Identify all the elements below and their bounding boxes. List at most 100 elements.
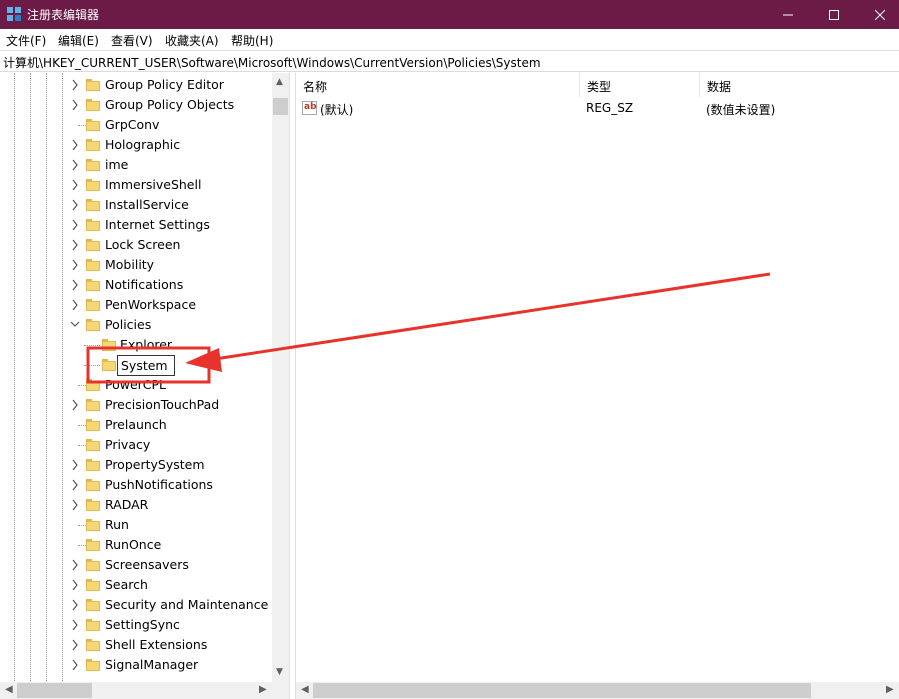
tree-item[interactable]: Security and Maintenance — [0, 595, 272, 615]
chevron-right-icon[interactable] — [70, 219, 80, 231]
tree-item[interactable]: ImmersiveShell — [0, 175, 272, 195]
menu-file[interactable]: 文件(F) — [6, 32, 46, 49]
tree-item[interactable]: PrecisionTouchPad — [0, 395, 272, 415]
tree-item[interactable]: ime — [0, 155, 272, 175]
chevron-right-icon[interactable] — [70, 459, 80, 471]
scroll-right-icon[interactable]: ▶ — [886, 684, 894, 695]
tree-scroll-thumb[interactable] — [273, 98, 288, 115]
chevron-right-icon[interactable] — [70, 599, 80, 611]
chevron-right-icon[interactable] — [70, 259, 80, 271]
folder-icon — [86, 639, 100, 651]
maximize-button[interactable] — [811, 0, 857, 29]
tree-item[interactable]: RADAR — [0, 495, 272, 515]
chevron-right-icon[interactable] — [70, 99, 80, 111]
chevron-right-icon[interactable] — [70, 79, 80, 91]
chevron-right-icon[interactable] — [70, 159, 80, 171]
window-title: 注册表编辑器 — [27, 8, 100, 22]
tree-item[interactable]: Mobility — [0, 255, 272, 275]
tree-connector — [84, 365, 100, 366]
scroll-left-icon[interactable]: ◀ — [5, 684, 13, 695]
tree-item[interactable]: Screensavers — [0, 555, 272, 575]
values-list[interactable]: 名称 类型 数据 ab (默认) REG_SZ (数值未设置) — [296, 73, 899, 682]
tree-item-label: Run — [105, 517, 129, 532]
tree-item-label: PowerCPL — [105, 377, 167, 392]
tree-horizontal-scrollbar[interactable]: ◀ ▶ — [0, 682, 272, 699]
tree-item[interactable]: Internet Settings — [0, 215, 272, 235]
chevron-right-icon[interactable] — [70, 239, 80, 251]
column-header-name[interactable]: 名称 — [296, 73, 580, 97]
values-hscroll-thumb[interactable] — [313, 683, 811, 698]
tree-item[interactable]: Prelaunch — [0, 415, 272, 435]
tree-hscroll-thumb[interactable] — [17, 683, 92, 698]
tree-item[interactable]: Group Policy Objects — [0, 95, 272, 115]
scroll-right-icon[interactable]: ▶ — [259, 684, 267, 695]
tree-item[interactable]: PropertySystem — [0, 455, 272, 475]
address-path[interactable]: 计算机\HKEY_CURRENT_USER\Software\Microsoft… — [3, 54, 541, 71]
registry-tree[interactable]: Group Policy Editor Group Policy Objects G… — [0, 73, 289, 699]
chevron-right-icon[interactable] — [70, 139, 80, 151]
tree-item[interactable]: Privacy — [0, 435, 272, 455]
folder-icon — [86, 459, 100, 471]
tree-item[interactable]: PenWorkspace — [0, 295, 272, 315]
tree-item-label: Holographic — [105, 137, 181, 152]
chevron-right-icon[interactable] — [70, 399, 80, 411]
tree-item[interactable]: Group Policy Editor — [0, 75, 272, 95]
value-type: REG_SZ — [586, 101, 634, 115]
minimize-button[interactable] — [765, 0, 811, 29]
tree-item[interactable]: PushNotifications — [0, 475, 272, 495]
chevron-right-icon[interactable] — [70, 499, 80, 511]
scroll-down-icon[interactable]: ▼ — [276, 667, 283, 677]
chevron-right-icon[interactable] — [70, 639, 80, 651]
tree-vertical-scrollbar[interactable]: ▲ ▼ — [272, 73, 289, 682]
tree-item[interactable]: SettingSync — [0, 615, 272, 635]
scroll-left-icon[interactable]: ◀ — [301, 684, 309, 695]
chevron-right-icon[interactable] — [70, 659, 80, 671]
chevron-right-icon[interactable] — [70, 559, 80, 571]
tree-item[interactable]: GrpConv — [0, 115, 272, 135]
close-button[interactable] — [857, 0, 899, 29]
menu-favorites[interactable]: 收藏夹(A) — [165, 32, 219, 49]
tree-item[interactable]: InstallService — [0, 195, 272, 215]
tree-item[interactable]: Explorer — [0, 335, 272, 355]
rename-input[interactable]: System — [117, 355, 175, 376]
chevron-right-icon[interactable] — [70, 479, 80, 491]
tree-item[interactable]: SignalManager — [0, 655, 272, 675]
column-header-data[interactable]: 数据 — [700, 73, 899, 97]
tree-item[interactable]: System — [0, 355, 272, 376]
tree-item[interactable]: Run — [0, 515, 272, 535]
menu-help[interactable]: 帮助(H) — [231, 32, 273, 49]
tree-connector — [78, 445, 86, 446]
folder-icon — [102, 359, 116, 371]
chevron-down-icon[interactable] — [70, 319, 80, 331]
tree-item[interactable]: Shell Extensions — [0, 635, 272, 655]
values-horizontal-scrollbar[interactable]: ◀ ▶ — [296, 682, 899, 699]
chevron-right-icon[interactable] — [70, 619, 80, 631]
menu-view[interactable]: 查看(V) — [111, 32, 153, 49]
chevron-right-icon[interactable] — [70, 199, 80, 211]
scroll-up-icon[interactable]: ▲ — [276, 77, 283, 87]
regedit-icon — [7, 7, 21, 21]
chevron-right-icon[interactable] — [70, 299, 80, 311]
chevron-right-icon[interactable] — [70, 579, 80, 591]
tree-item[interactable]: Search — [0, 575, 272, 595]
chevron-right-icon[interactable] — [70, 279, 80, 291]
tree-item-label: Mobility — [105, 257, 155, 272]
folder-icon — [86, 79, 100, 91]
tree-item[interactable]: PowerCPL — [0, 375, 272, 395]
tree-item-label: SettingSync — [105, 617, 180, 632]
folder-icon — [86, 659, 100, 671]
tree-item[interactable]: RunOnce — [0, 535, 272, 555]
minimize-icon — [783, 14, 793, 15]
tree-item[interactable]: Policies — [0, 315, 272, 335]
address-bar[interactable]: 计算机\HKEY_CURRENT_USER\Software\Microsoft… — [0, 50, 899, 72]
list-item[interactable]: ab (默认) REG_SZ (数值未设置) — [296, 99, 899, 119]
tree-item-label: ImmersiveShell — [105, 177, 202, 192]
tree-item-label: Group Policy Objects — [105, 97, 235, 112]
column-header-type[interactable]: 类型 — [580, 73, 700, 97]
chevron-right-icon[interactable] — [70, 179, 80, 191]
tree-item[interactable]: Notifications — [0, 275, 272, 295]
tree-item[interactable]: Lock Screen — [0, 235, 272, 255]
menu-edit[interactable]: 编辑(E) — [58, 32, 99, 49]
pane-splitter[interactable] — [289, 73, 296, 699]
tree-item[interactable]: Holographic — [0, 135, 272, 155]
